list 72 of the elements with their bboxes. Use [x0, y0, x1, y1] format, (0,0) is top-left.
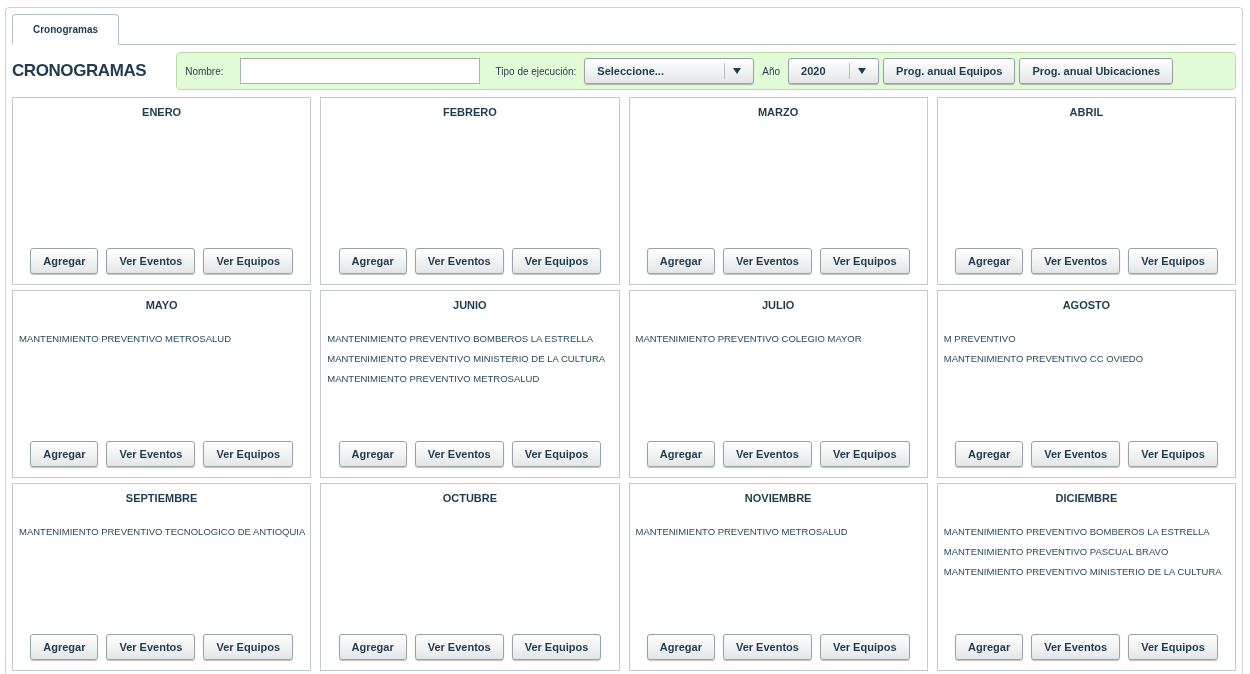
- month-action-button[interactable]: Ver Eventos: [414, 248, 504, 274]
- caret-icon: [858, 68, 867, 74]
- event-item[interactable]: MANTENIMIENTO PREVENTIVO COLEGIO MAYOR: [635, 332, 921, 344]
- month-action-button[interactable]: Agregar: [955, 441, 1024, 467]
- program-button[interactable]: Prog. anual Ubicaciones: [1019, 58, 1174, 84]
- event-item[interactable]: MANTENIMIENTO PREVENTIVO CC OVIEDO: [943, 352, 1229, 364]
- month-action-button[interactable]: Ver Equipos: [1128, 634, 1218, 660]
- month-action-button[interactable]: Ver Eventos: [106, 634, 196, 660]
- month-action-button[interactable]: Ver Eventos: [722, 634, 812, 660]
- month-title: ABRIL: [1068, 105, 1105, 120]
- event-item[interactable]: MANTENIMIENTO PREVENTIVO MINISTERIO DE LA CULTURA: [327, 352, 613, 364]
- event-item[interactable]: MANTENIMIENTO PREVENTIVO BOMBEROS LA ESTRELLA: [943, 525, 1229, 537]
- month-action-button[interactable]: Ver Eventos: [106, 441, 196, 467]
- month-action-button[interactable]: Ver Equipos: [1128, 248, 1218, 274]
- month-action-button[interactable]: Agregar: [338, 441, 407, 467]
- month-action-button[interactable]: Ver Equipos: [819, 248, 910, 274]
- month-action-button[interactable]: Agregar: [955, 634, 1024, 660]
- month-action-button[interactable]: Ver Equipos: [511, 441, 602, 467]
- field-label: Nombre:: [185, 64, 224, 79]
- month-title: MAYO: [144, 298, 179, 313]
- month-action-button[interactable]: Ver Equipos: [203, 441, 293, 467]
- month-action-button[interactable]: Ver Eventos: [414, 634, 504, 660]
- month-action-button[interactable]: Agregar: [30, 441, 99, 467]
- month-action-button[interactable]: Ver Eventos: [1031, 634, 1121, 660]
- month-title: OCTUBRE: [441, 491, 499, 506]
- program-button[interactable]: Prog. anual Equipos: [883, 58, 1016, 84]
- caret-icon: [733, 68, 742, 74]
- event-item[interactable]: M PREVENTIVO: [943, 332, 1229, 344]
- event-item[interactable]: MANTENIMIENTO PREVENTIVO TECNOLOGICO DE ANTIOQUIA: [19, 525, 305, 537]
- month-action-button[interactable]: Ver Equipos: [203, 248, 293, 274]
- tab[interactable]: Cronogramas: [12, 14, 119, 45]
- page-heading: CRONOGRAMAS: [12, 60, 147, 83]
- month-action-button[interactable]: Agregar: [646, 248, 715, 274]
- month-title: NOVIEMBRE: [743, 491, 813, 506]
- type-select[interactable]: Seleccione...: [584, 58, 755, 84]
- month-action-button[interactable]: Agregar: [646, 634, 715, 660]
- month-action-button[interactable]: Agregar: [30, 634, 99, 660]
- month-action-button[interactable]: Ver Eventos: [1031, 441, 1121, 467]
- month-action-button[interactable]: Ver Eventos: [414, 441, 504, 467]
- event-item[interactable]: MANTENIMIENTO PREVENTIVO METROSALUD: [327, 372, 613, 384]
- event-item[interactable]: MANTENIMIENTO PREVENTIVO PASCUAL BRAVO: [943, 545, 1229, 557]
- month-action-button[interactable]: Ver Equipos: [819, 441, 910, 467]
- month-action-button[interactable]: Agregar: [955, 248, 1024, 274]
- month-action-button[interactable]: Ver Eventos: [722, 441, 812, 467]
- month-action-button[interactable]: Ver Eventos: [722, 248, 812, 274]
- month-action-button[interactable]: Agregar: [30, 248, 99, 274]
- event-item[interactable]: MANTENIMIENTO PREVENTIVO MINISTERIO DE LA CULTURA: [943, 565, 1229, 577]
- month-title: MARZO: [756, 105, 800, 120]
- month-title: JULIO: [760, 298, 796, 313]
- month-action-button[interactable]: Ver Eventos: [1031, 248, 1121, 274]
- month-title: FEBRERO: [442, 105, 498, 120]
- field-label: Año: [762, 64, 781, 79]
- month-action-button[interactable]: Agregar: [338, 248, 407, 274]
- event-item[interactable]: MANTENIMIENTO PREVENTIVO METROSALUD: [635, 525, 921, 537]
- event-item[interactable]: MANTENIMIENTO PREVENTIVO METROSALUD: [19, 332, 305, 344]
- name-field[interactable]: [239, 58, 480, 84]
- month-action-button[interactable]: Ver Equipos: [511, 634, 602, 660]
- field-label: Tipo de ejecución:: [495, 64, 577, 79]
- month-title: SEPTIEMBRE: [124, 491, 199, 506]
- month-action-button[interactable]: Ver Equipos: [203, 634, 293, 660]
- event-item[interactable]: MANTENIMIENTO PREVENTIVO BOMBEROS LA ESTRELLA: [327, 332, 613, 344]
- month-action-button[interactable]: Ver Eventos: [106, 248, 196, 274]
- year-select[interactable]: 2020: [788, 58, 880, 84]
- month-title: DICIEMBRE: [1054, 491, 1119, 506]
- month-title: ENERO: [141, 105, 183, 120]
- month-action-button[interactable]: Agregar: [646, 441, 715, 467]
- month-action-button[interactable]: Agregar: [338, 634, 407, 660]
- month-title: AGOSTO: [1061, 298, 1112, 313]
- month-action-button[interactable]: Ver Equipos: [1128, 441, 1218, 467]
- month-action-button[interactable]: Ver Equipos: [819, 634, 910, 660]
- month-action-button[interactable]: Ver Equipos: [511, 248, 602, 274]
- month-title: JUNIO: [452, 298, 488, 313]
